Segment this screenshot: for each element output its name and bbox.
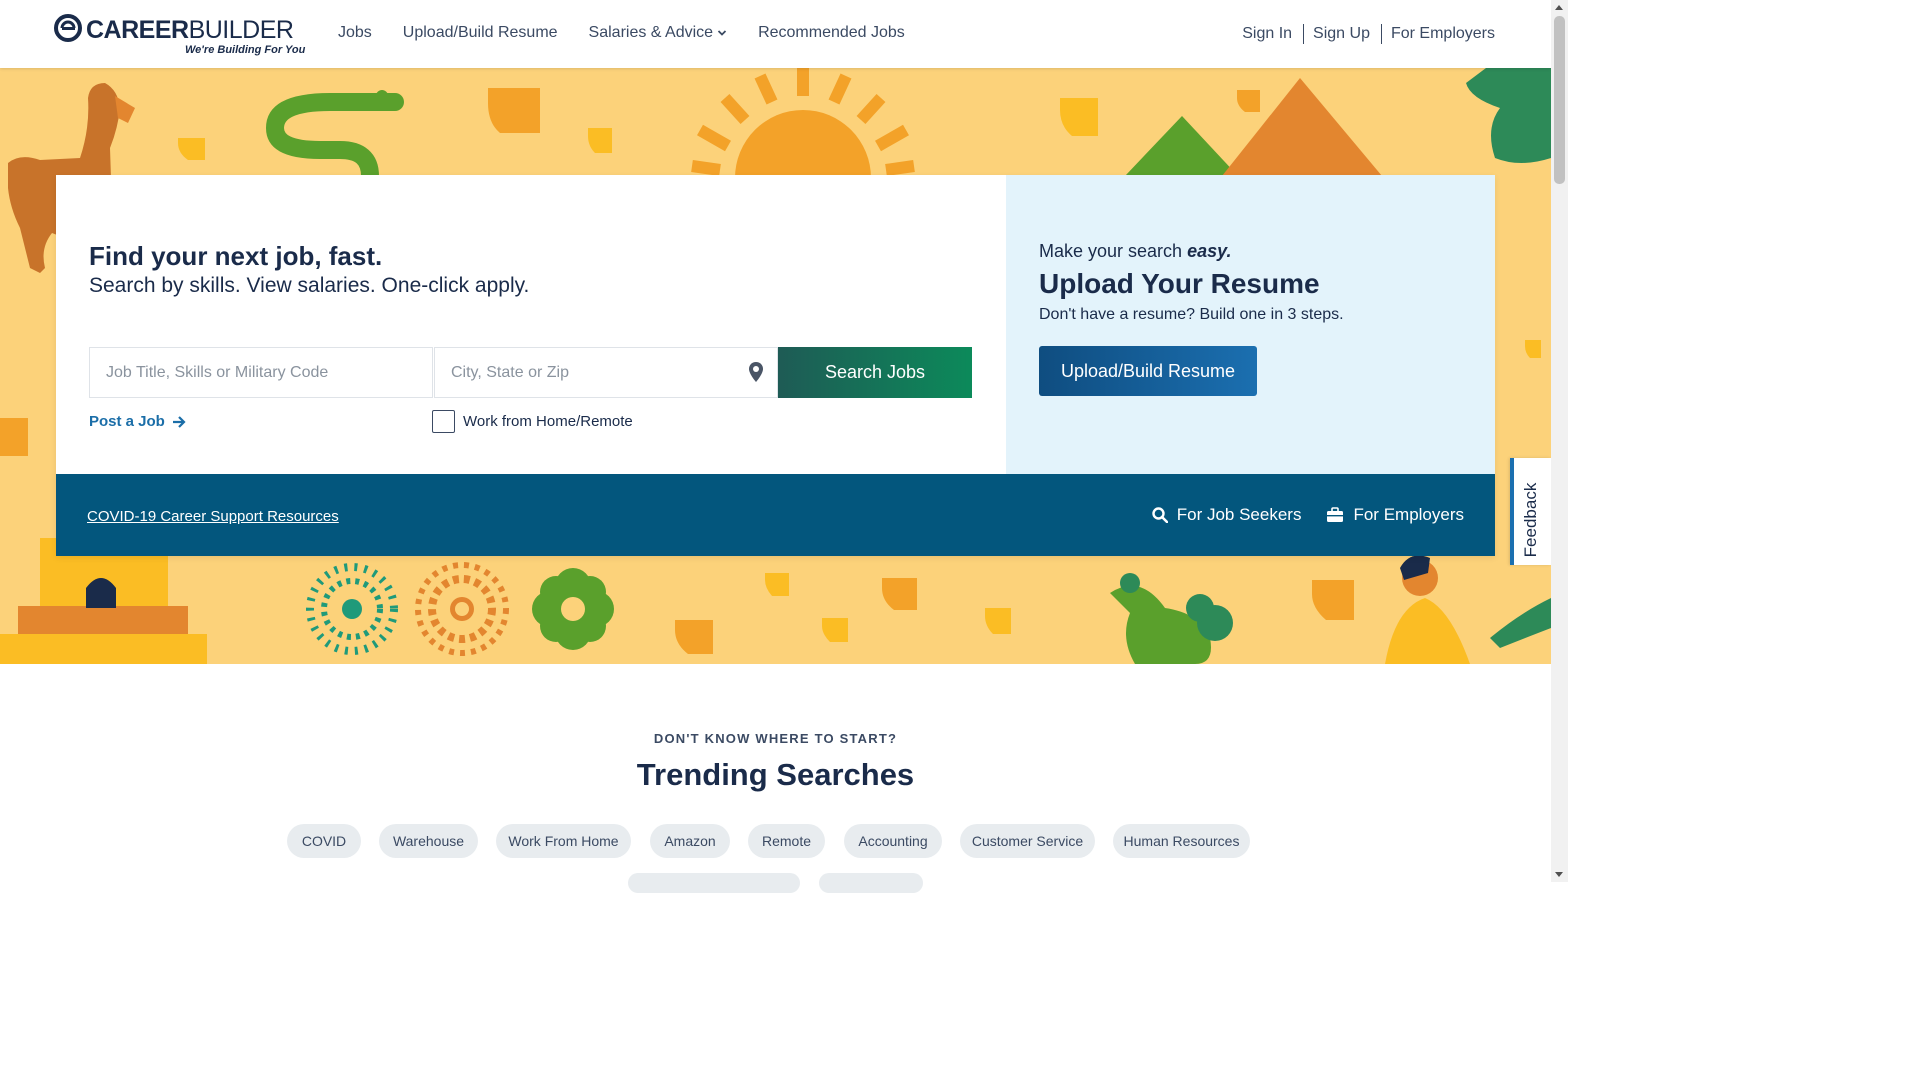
for-job-seekers-label: For Job Seekers [1176, 505, 1302, 524]
nav-salaries-advice-label: Salaries & Advice [588, 24, 714, 41]
bird-illustration [1110, 573, 1233, 664]
flower-teal [306, 563, 398, 655]
nav-upload-build-resume[interactable]: Upload/Build Resume [403, 24, 558, 42]
feedback-tab[interactable]: Feedback [1510, 458, 1551, 565]
trending-chip[interactable]: Accounting [844, 824, 942, 858]
scroll-thumb[interactable] [1554, 16, 1565, 184]
search-card: Find your next job, fast. Search by skil… [56, 175, 1495, 556]
post-a-job-label: Post a Job [89, 413, 165, 430]
trending-chip[interactable]: Remote [748, 824, 825, 858]
search-form: Search Jobs [89, 347, 972, 398]
logo-wordmark: CAREERBUILDER [86, 16, 294, 44]
trending-chip[interactable]: Work From Home [496, 824, 631, 858]
for-employers-label: For Employers [1353, 505, 1464, 524]
resume-description: Don't have a resume? Build one in 3 step… [1039, 306, 1344, 323]
trending-chip[interactable] [628, 873, 800, 893]
search-jobs-button[interactable]: Search Jobs [778, 347, 972, 398]
chevron-down-icon [717, 30, 727, 36]
remote-filter[interactable]: Work from Home/Remote [432, 410, 633, 433]
sign-in-link[interactable]: Sign In [1242, 25, 1292, 43]
page-scrollbar[interactable] [1551, 0, 1568, 882]
for-employers-link[interactable]: For Employers [1391, 25, 1495, 43]
trending-chip[interactable]: Amazon [650, 824, 730, 858]
careerbuilder-logo-icon [54, 14, 82, 42]
for-job-seekers-link[interactable]: For Job Seekers [1152, 505, 1302, 525]
sign-up-link[interactable]: Sign Up [1313, 25, 1370, 43]
audience-links: For Job Seekers For Employers [1127, 505, 1464, 525]
trending-chip[interactable]: COVID [287, 824, 361, 858]
map-pin-icon [749, 362, 763, 382]
divider [1303, 24, 1305, 44]
search-icon [1152, 507, 1168, 523]
resources-bar: COVID-19 Career Support Resources For Jo… [56, 474, 1495, 556]
trending-chip[interactable]: Human Resources [1113, 824, 1250, 858]
trending-chip[interactable] [819, 873, 923, 893]
temple-illustration [0, 538, 207, 664]
trending-eyebrow: DON'T KNOW WHERE TO START? [653, 731, 898, 746]
flower-green [532, 568, 614, 650]
location-input[interactable] [434, 347, 778, 398]
nav-jobs[interactable]: Jobs [338, 24, 372, 42]
snake-illustration [265, 93, 404, 185]
site-header: CAREERBUILDER We're Building For You Job… [0, 0, 1551, 68]
upload-build-resume-button[interactable]: Upload/Build Resume [1039, 346, 1257, 396]
nav-salaries-advice[interactable]: Salaries & Advice [589, 24, 728, 42]
for-employers-bar-link[interactable]: For Employers [1326, 505, 1464, 525]
trending-chip[interactable]: Warehouse [379, 824, 478, 858]
careerbuilder-logo[interactable]: CAREERBUILDER We're Building For You [54, 14, 305, 58]
trending-title: Trending Searches [636, 757, 915, 792]
resume-title: Upload Your Resume [1039, 268, 1320, 299]
auth-links: Sign In Sign Up For Employers [1242, 24, 1495, 44]
divider [1380, 24, 1382, 44]
post-a-job-link[interactable]: Post a Job [89, 413, 186, 430]
job-title-input[interactable] [89, 347, 433, 398]
arrow-right-icon [172, 415, 186, 428]
job-search-panel: Find your next job, fast. Search by skil… [56, 175, 1006, 474]
flower-orange [415, 562, 509, 656]
scroll-up-arrow-icon[interactable] [1555, 5, 1563, 10]
briefcase-icon [1327, 507, 1344, 522]
resume-kicker: Make your search easy. [1039, 241, 1232, 261]
scroll-down-arrow-icon[interactable] [1555, 872, 1563, 877]
search-headline: Find your next job, fast. [89, 241, 383, 271]
remote-label: Work from Home/Remote [463, 413, 633, 430]
logo-tagline: We're Building For You [185, 44, 306, 56]
search-subheadline: Search by skills. View salaries. One-cli… [89, 274, 530, 297]
remote-checkbox[interactable] [432, 410, 455, 433]
feedback-label: Feedback [1521, 482, 1540, 558]
trending-chip[interactable]: Customer Service [960, 824, 1095, 858]
covid-resources-link[interactable]: COVID-19 Career Support Resources [87, 508, 339, 525]
nav-recommended-jobs[interactable]: Recommended Jobs [758, 24, 905, 42]
main-nav: Jobs Upload/Build Resume Salaries & Advi… [338, 24, 936, 42]
resume-panel: Make your search easy. Upload Your Resum… [1006, 175, 1495, 474]
